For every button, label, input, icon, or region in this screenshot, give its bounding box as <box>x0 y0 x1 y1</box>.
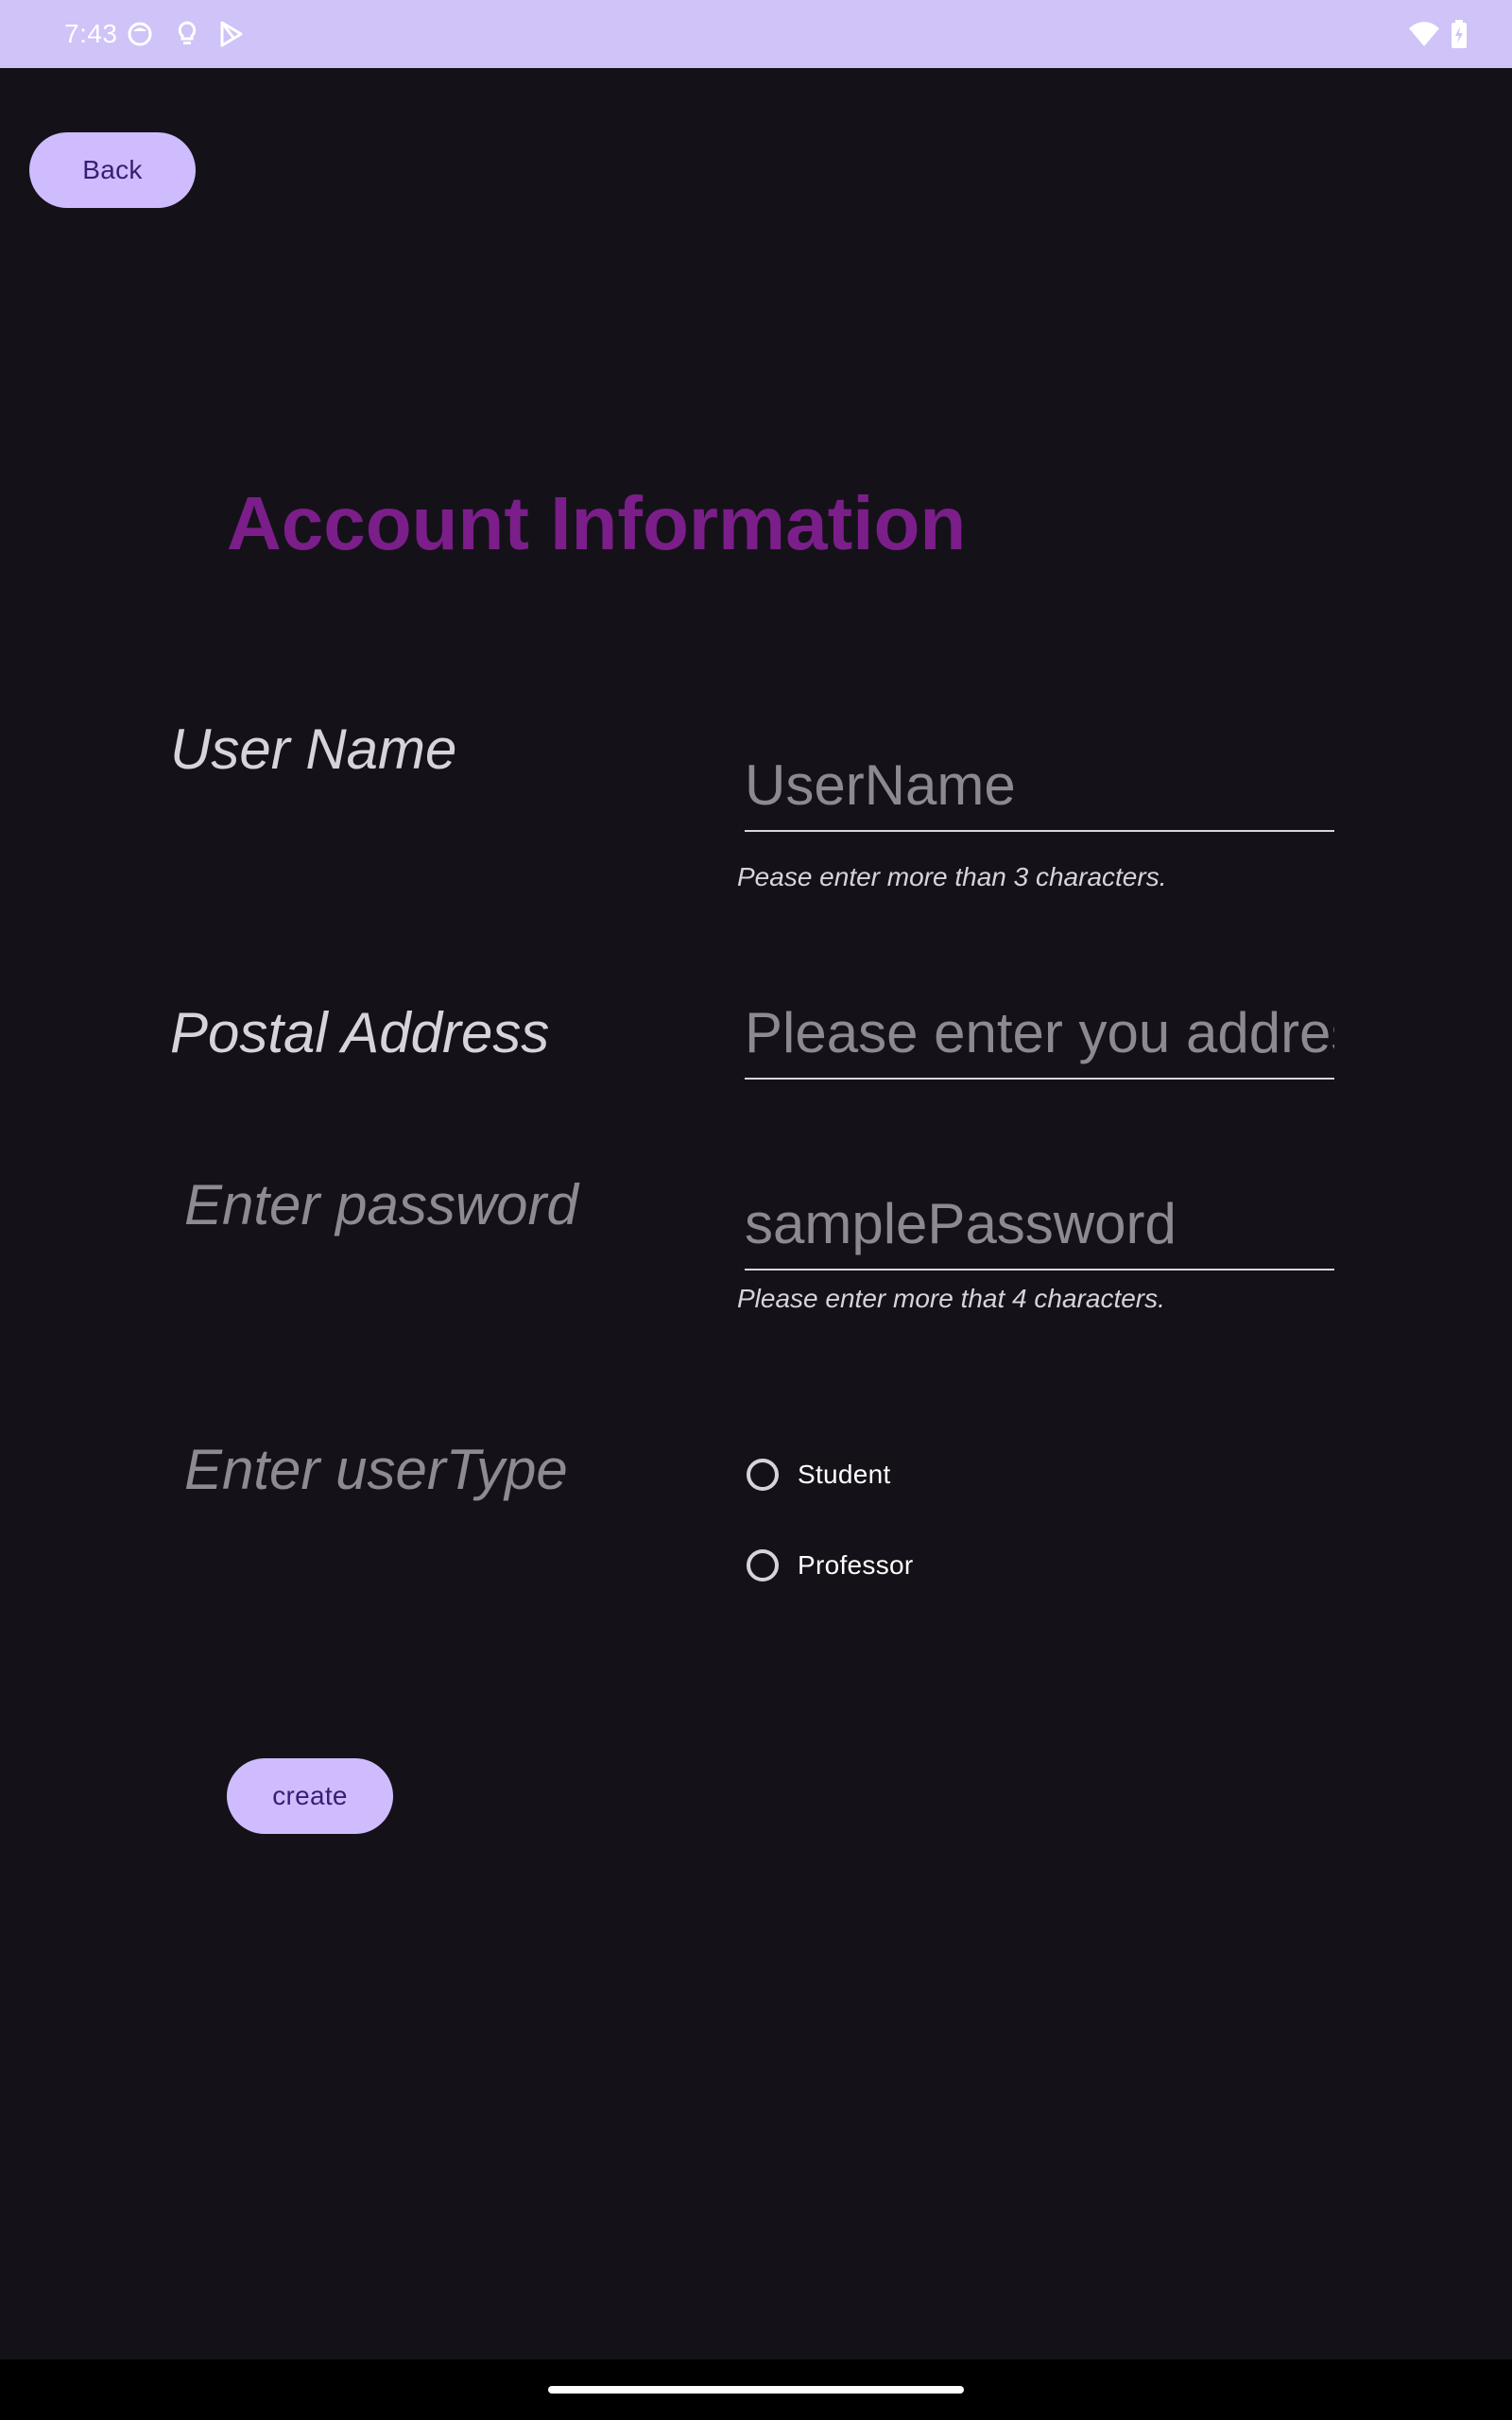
create-button[interactable]: create <box>227 1758 393 1834</box>
home-gesture-handle[interactable] <box>548 2386 964 2394</box>
password-helper-text: Please enter more that 4 characters. <box>737 1284 1165 1313</box>
radio-professor[interactable]: Professor <box>747 1549 914 1582</box>
back-button-label: Back <box>82 155 143 184</box>
play-store-icon <box>220 21 243 47</box>
face-notification-icon <box>128 22 152 46</box>
status-bar: 7:43 <box>0 0 1512 68</box>
username-input[interactable] <box>745 747 1334 832</box>
radio-student[interactable]: Student <box>747 1459 891 1491</box>
battery-charging-icon <box>1452 20 1467 48</box>
page-title: Account Information <box>227 481 967 565</box>
lightbulb-icon <box>178 21 197 44</box>
radio-student-circle[interactable] <box>747 1459 779 1491</box>
password-input[interactable] <box>745 1185 1334 1270</box>
wifi-icon <box>1409 22 1439 46</box>
usertype-label: Enter userType <box>184 1438 568 1501</box>
postal-address-input[interactable] <box>745 994 1334 1080</box>
radio-professor-label: Professor <box>798 1550 914 1580</box>
postal-address-label: Postal Address <box>170 1001 550 1064</box>
radio-professor-circle[interactable] <box>747 1549 779 1582</box>
back-button[interactable]: Back <box>29 132 196 208</box>
username-helper-text: Pease enter more than 3 characters. <box>737 862 1167 891</box>
radio-student-label: Student <box>798 1460 891 1489</box>
create-button-label: create <box>272 1781 348 1810</box>
password-label: Enter password <box>184 1173 578 1236</box>
username-label: User Name <box>170 717 457 781</box>
status-time: 7:43 <box>64 19 118 48</box>
app-screen: 7:43 Back Account Information User Name … <box>0 0 1512 2420</box>
navigation-bar <box>0 2360 1512 2420</box>
